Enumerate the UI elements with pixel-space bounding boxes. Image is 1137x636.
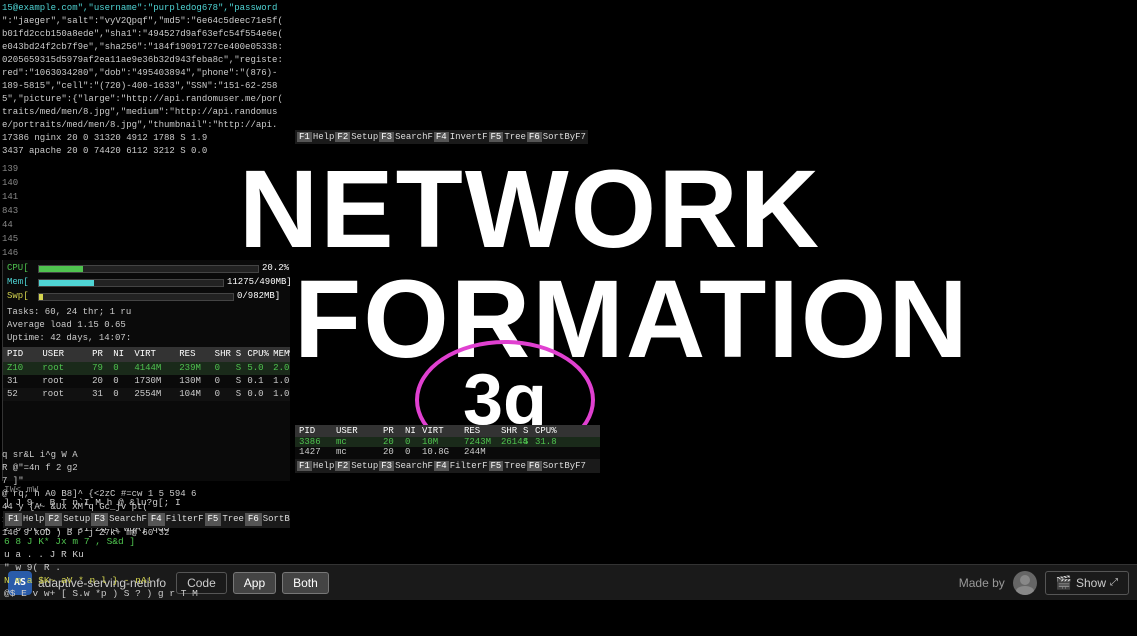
show-button[interactable]: 🎬 Show ⤢ <box>1045 571 1129 595</box>
show-button-label: Show <box>1076 576 1106 590</box>
avatar-image <box>1013 571 1037 595</box>
taskbar-right: Made by 🎬 Show ⤢ <box>959 571 1129 595</box>
made-by-label: Made by <box>959 576 1005 590</box>
show-button-icon: 🎬 <box>1056 575 1072 591</box>
terminal-left-col: 15@example.com","username":"purpledog678… <box>0 0 290 600</box>
terminal-background: 15@example.com","username":"purpledog678… <box>0 0 1137 600</box>
author-avatar <box>1013 571 1037 595</box>
terminal-htop-panel: CPU[ 20.2%] Mem[ 11275/490MB] Swp[ <box>2 260 290 481</box>
expand-icon: ⤢ <box>1110 577 1118 588</box>
